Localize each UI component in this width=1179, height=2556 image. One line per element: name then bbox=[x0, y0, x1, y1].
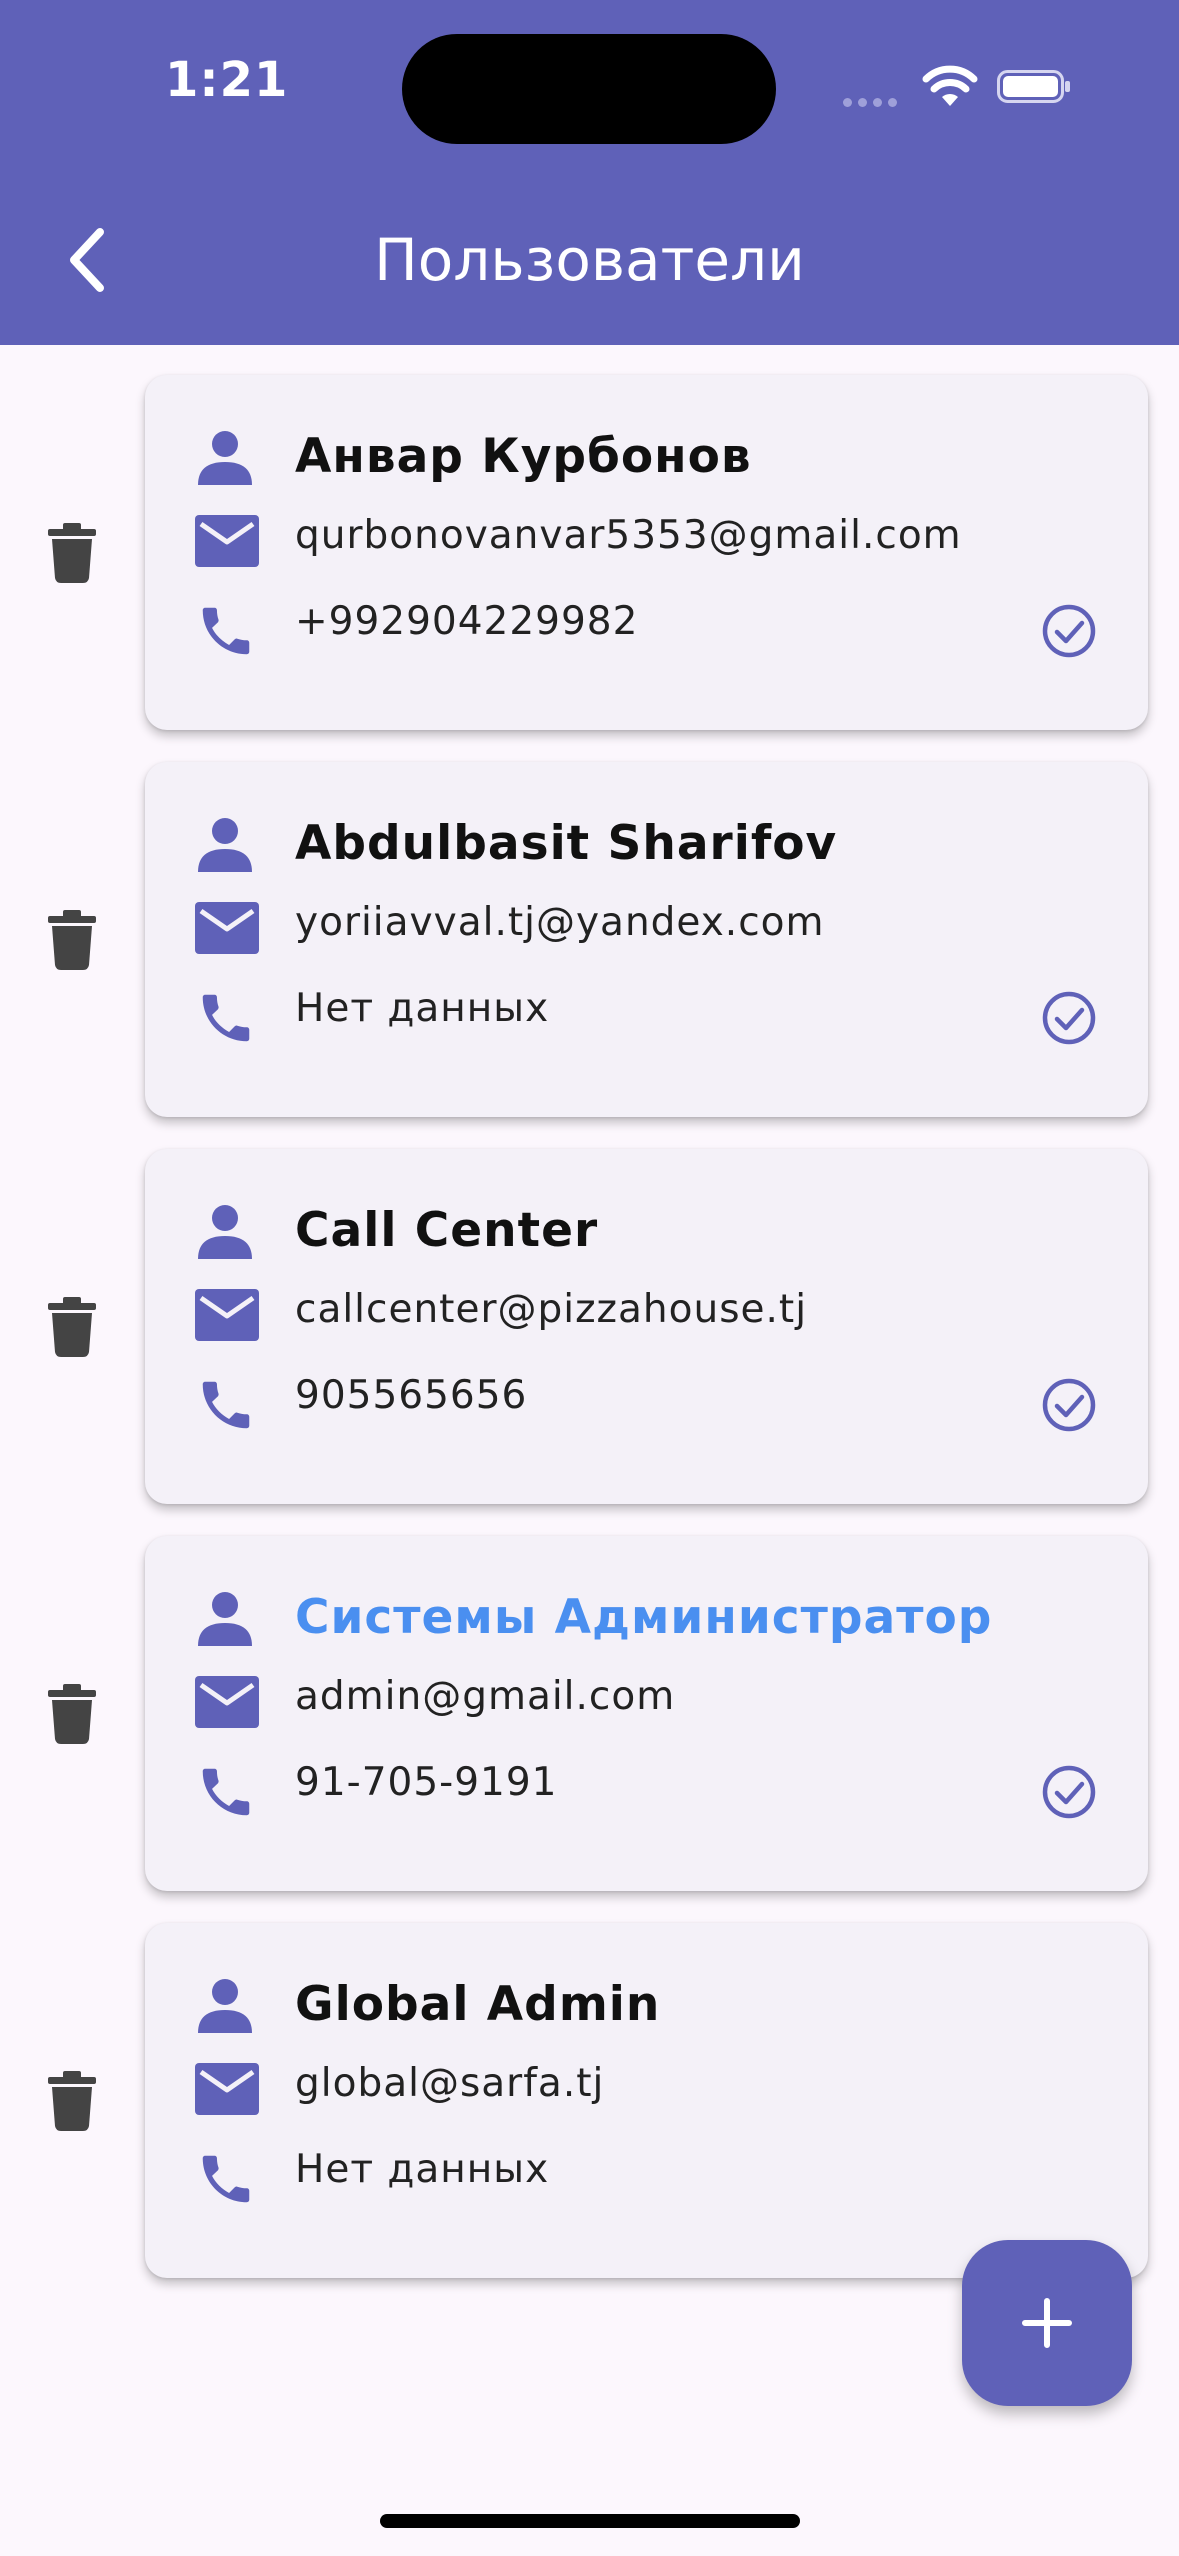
wifi-icon bbox=[922, 65, 978, 106]
person-icon bbox=[198, 1979, 252, 2033]
signal-icon bbox=[843, 92, 903, 111]
user-phone: 905565656 bbox=[295, 1373, 528, 1418]
phone-icon bbox=[202, 1381, 250, 1429]
person-icon bbox=[198, 818, 252, 872]
trash-icon[interactable] bbox=[48, 1684, 96, 1744]
phone-icon bbox=[202, 994, 250, 1042]
trash-icon[interactable] bbox=[48, 2071, 96, 2131]
person-icon bbox=[198, 431, 252, 485]
user-card[interactable]: Abdulbasit Sharifov yoriiavval.tj@yandex… bbox=[145, 762, 1148, 1117]
check-circle-icon bbox=[1042, 604, 1096, 658]
check-circle-icon bbox=[1042, 1378, 1096, 1432]
mail-icon bbox=[195, 1289, 259, 1341]
person-icon bbox=[198, 1592, 252, 1646]
dynamic-island bbox=[402, 34, 776, 144]
user-email: yoriiavval.tj@yandex.com bbox=[295, 900, 825, 945]
user-name: Системы Администратор bbox=[295, 1590, 993, 1645]
trash-icon[interactable] bbox=[48, 1297, 96, 1357]
plus-icon bbox=[1022, 2298, 1072, 2348]
trash-icon[interactable] bbox=[48, 523, 96, 583]
user-phone: Нет данных bbox=[295, 2147, 550, 2192]
mail-icon bbox=[195, 1676, 259, 1728]
user-name: Global Admin bbox=[295, 1977, 661, 2032]
user-name: Call Center bbox=[295, 1203, 599, 1258]
mail-icon bbox=[195, 902, 259, 954]
user-name: Abdulbasit Sharifov bbox=[295, 816, 838, 871]
check-circle-icon bbox=[1042, 1765, 1096, 1819]
user-phone: Нет данных bbox=[295, 986, 550, 1031]
mail-icon bbox=[195, 2063, 259, 2115]
user-email: callcenter@pizzahouse.tj bbox=[295, 1287, 808, 1332]
user-row: Системы Администратор admin@gmail.com 91… bbox=[0, 1536, 1179, 1891]
user-name: Анвар Курбонов bbox=[295, 429, 752, 484]
user-row: Анвар Курбонов qurbonovanvar5353@gmail.c… bbox=[0, 375, 1179, 730]
user-row: Call Center callcenter@pizzahouse.tj 905… bbox=[0, 1149, 1179, 1504]
phone-icon bbox=[202, 607, 250, 655]
page-title: Пользователи bbox=[374, 226, 805, 294]
user-email: global@sarfa.tj bbox=[295, 2061, 605, 2106]
user-card[interactable]: Call Center callcenter@pizzahouse.tj 905… bbox=[145, 1149, 1148, 1504]
battery-icon bbox=[997, 70, 1070, 103]
user-card[interactable]: Системы Администратор admin@gmail.com 91… bbox=[145, 1536, 1148, 1891]
user-card[interactable]: Global Admin global@sarfa.tj Нет данных bbox=[145, 1923, 1148, 2278]
phone-icon bbox=[202, 1768, 250, 1816]
user-phone: 91-705-9191 bbox=[295, 1760, 558, 1805]
user-row: Global Admin global@sarfa.tj Нет данных bbox=[0, 1923, 1179, 2278]
user-card[interactable]: Анвар Курбонов qurbonovanvar5353@gmail.c… bbox=[145, 375, 1148, 730]
user-phone: +992904229982 bbox=[295, 599, 639, 644]
phone-icon bbox=[202, 2155, 250, 2203]
home-indicator[interactable] bbox=[380, 2514, 800, 2528]
trash-icon[interactable] bbox=[48, 910, 96, 970]
check-circle-icon bbox=[1042, 991, 1096, 1045]
user-row: Abdulbasit Sharifov yoriiavval.tj@yandex… bbox=[0, 762, 1179, 1117]
add-user-button[interactable] bbox=[962, 2240, 1132, 2406]
mail-icon bbox=[195, 515, 259, 567]
status-time: 1:21 bbox=[165, 52, 289, 108]
user-email: admin@gmail.com bbox=[295, 1674, 676, 1719]
user-email: qurbonovanvar5353@gmail.com bbox=[295, 513, 962, 558]
app-bar: 1:21 Пользователи bbox=[0, 0, 1179, 345]
person-icon bbox=[198, 1205, 252, 1259]
